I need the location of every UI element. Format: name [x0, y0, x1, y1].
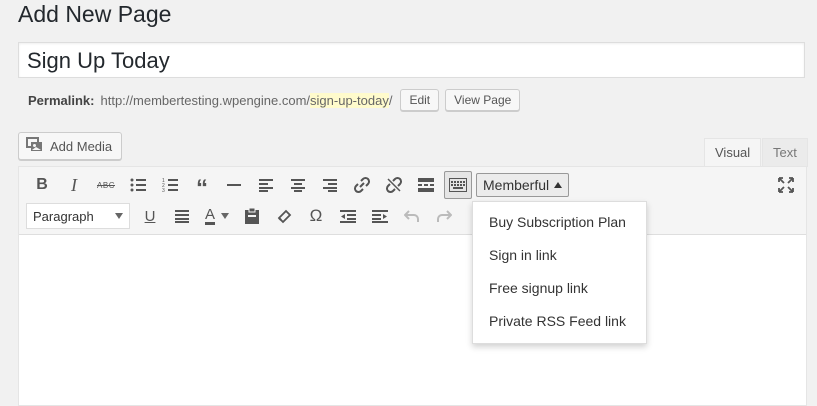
permalink-row: Permalink: http://membertesting.wpengine…	[28, 88, 521, 112]
strikethrough-icon: ABC	[97, 180, 115, 190]
outdent-icon	[340, 210, 356, 223]
justify-icon	[175, 210, 189, 223]
keyboard-icon	[449, 178, 467, 192]
align-center-icon	[291, 179, 305, 192]
memberful-button[interactable]: Memberful	[476, 173, 570, 197]
clipboard-icon	[245, 208, 259, 224]
tab-text[interactable]: Text	[762, 138, 808, 167]
indent-icon	[372, 210, 388, 223]
paste-as-text-button[interactable]	[236, 202, 268, 230]
text-color-icon: A	[204, 205, 215, 225]
editor-content-area[interactable]	[19, 235, 806, 405]
indent-button[interactable]	[364, 202, 396, 230]
tab-visual[interactable]: Visual	[704, 138, 762, 167]
read-more-icon	[418, 178, 434, 192]
eraser-icon	[277, 209, 292, 224]
redo-button[interactable]	[428, 202, 460, 230]
fullscreen-button[interactable]	[774, 173, 798, 197]
permalink-base-url: http://membertesting.wpengine.com/	[100, 92, 311, 108]
unlink-icon	[385, 176, 403, 194]
svg-text:3: 3	[162, 188, 165, 192]
chevron-down-icon	[115, 213, 123, 219]
permalink-trailing-slash: /	[388, 92, 393, 108]
edit-permalink-button[interactable]: Edit	[400, 89, 440, 111]
add-media-button[interactable]: Add Media	[18, 132, 123, 160]
undo-button[interactable]	[396, 202, 428, 230]
link-icon	[353, 176, 371, 194]
italic-button[interactable]: I	[58, 171, 90, 199]
remove-link-button[interactable]	[378, 171, 410, 199]
memberful-label: Memberful	[483, 177, 550, 193]
editor: B I ABC 123 “ Memberful Paragraph U A Ω	[18, 166, 807, 406]
toolbar-row-2: Paragraph U A Ω	[26, 201, 460, 231]
omega-icon: Ω	[309, 206, 323, 225]
bold-icon: B	[36, 176, 48, 193]
special-character-button[interactable]: Ω	[300, 202, 332, 230]
permalink-url[interactable]: http://membertesting.wpengine.com/sign-u…	[100, 92, 393, 108]
read-more-button[interactable]	[410, 171, 442, 199]
underline-icon: U	[144, 207, 156, 225]
align-left-button[interactable]	[250, 171, 282, 199]
bulleted-list-button[interactable]	[122, 171, 154, 199]
redo-icon	[437, 210, 452, 222]
permalink-slug: sign-up-today	[310, 92, 389, 108]
add-media-label: Add Media	[50, 138, 113, 154]
align-right-button[interactable]	[314, 171, 346, 199]
toolbar-row-1: B I ABC 123 “ Memberful	[26, 170, 570, 202]
clear-formatting-button[interactable]	[268, 202, 300, 230]
format-select-value: Paragraph	[33, 208, 94, 224]
horizontal-line-button[interactable]	[218, 171, 250, 199]
menu-item-buy-subscription-plan[interactable]: Buy Subscription Plan	[473, 206, 646, 239]
permalink-label: Permalink:	[28, 92, 95, 108]
caret-up-icon	[554, 182, 563, 188]
paragraph-format-select[interactable]: Paragraph	[26, 203, 130, 229]
bulleted-list-icon	[130, 178, 146, 192]
menu-item-free-signup-link[interactable]: Free signup link	[473, 272, 646, 305]
insert-link-button[interactable]	[346, 171, 378, 199]
menu-item-sign-in-link[interactable]: Sign in link	[473, 239, 646, 272]
numbered-list-icon: 123	[162, 178, 178, 192]
numbered-list-button[interactable]: 123	[154, 171, 186, 199]
post-title-input[interactable]: Sign Up Today	[18, 42, 805, 78]
editor-toolbar: B I ABC 123 “ Memberful Paragraph U A Ω	[19, 167, 806, 235]
fullscreen-icon	[778, 177, 794, 193]
text-color-button[interactable]: A	[198, 202, 236, 230]
add-media-icon	[26, 136, 44, 156]
italic-icon: I	[71, 174, 77, 195]
undo-icon	[404, 210, 419, 222]
view-page-button[interactable]: View Page	[445, 89, 521, 111]
justify-button[interactable]	[166, 202, 198, 230]
align-center-button[interactable]	[282, 171, 314, 199]
align-right-icon	[323, 179, 337, 192]
strikethrough-button[interactable]: ABC	[90, 171, 122, 199]
outdent-button[interactable]	[332, 202, 364, 230]
toolbar-toggle-button[interactable]	[444, 171, 472, 199]
bold-button[interactable]: B	[26, 171, 58, 199]
menu-item-private-rss-feed-link[interactable]: Private RSS Feed link	[473, 305, 646, 338]
horizontal-line-icon	[227, 184, 241, 186]
blockquote-button[interactable]: “	[186, 171, 218, 202]
page-title: Add New Page	[18, 1, 172, 27]
chevron-down-icon	[221, 213, 229, 219]
underline-button[interactable]: U	[134, 202, 166, 230]
memberful-dropdown-menu: Buy Subscription Plan Sign in link Free …	[472, 201, 647, 344]
align-left-icon	[259, 179, 273, 192]
blockquote-icon: “	[196, 175, 208, 202]
